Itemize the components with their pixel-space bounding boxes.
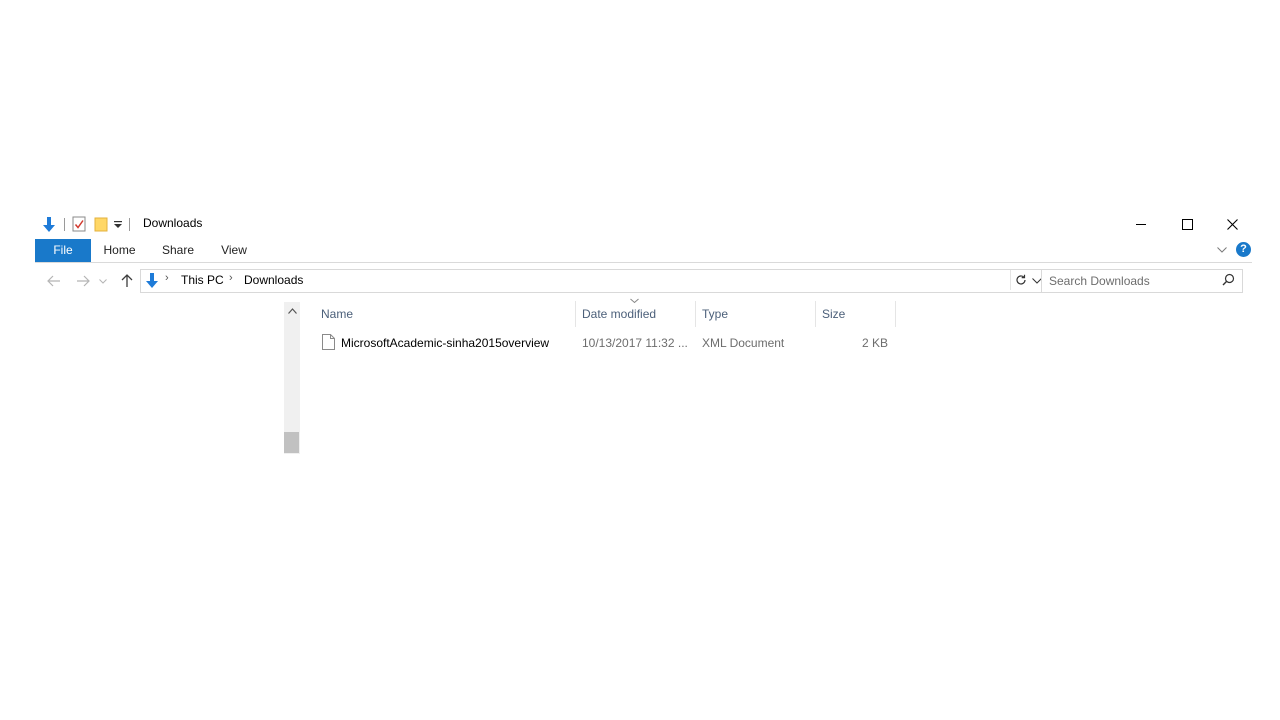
up-arrow-icon [121, 274, 133, 287]
column-header-size[interactable]: Size [816, 301, 896, 327]
navigation-bar: › This PC › Downloads Search Downloads [35, 269, 1252, 293]
toolbar-separator [64, 217, 65, 231]
title-bar: Downloads [35, 209, 1252, 239]
file-date-modified: 10/13/2017 11:32 ... [582, 336, 688, 350]
back-arrow-icon [47, 275, 60, 287]
customize-toolbar-icon[interactable] [113, 215, 123, 233]
search-icon[interactable] [1222, 273, 1235, 289]
file-name[interactable]: MicrosoftAcademic-sinha2015overview [341, 336, 549, 350]
properties-icon[interactable] [72, 215, 86, 233]
ribbon-tabs: File Home Share View ? [35, 239, 1252, 263]
toolbar-separator [129, 217, 130, 231]
minimize-icon [1135, 223, 1146, 225]
download-arrow-icon[interactable] [41, 215, 57, 233]
forward-arrow-icon [77, 275, 90, 287]
up-button[interactable] [116, 271, 138, 291]
sort-indicator-icon [630, 298, 639, 304]
close-button[interactable] [1209, 209, 1255, 239]
column-header-type[interactable]: Type [696, 301, 816, 327]
scroll-up-button[interactable] [284, 302, 300, 319]
column-header-date-modified[interactable]: Date modified [576, 298, 696, 327]
explorer-window: Downloads File Home Share View ? › This … [35, 209, 1252, 459]
column-label: Name [321, 307, 354, 321]
document-icon [322, 334, 335, 353]
recent-locations-button[interactable] [96, 271, 110, 291]
search-input[interactable]: Search Downloads [1049, 274, 1150, 288]
help-icon[interactable]: ? [1236, 242, 1251, 257]
file-type: XML Document [702, 336, 785, 350]
back-button[interactable] [43, 271, 65, 291]
maximize-button[interactable] [1164, 209, 1210, 239]
column-header-name[interactable]: Name [315, 301, 576, 327]
quick-access-toolbar [41, 215, 137, 233]
downloads-folder-icon [144, 272, 160, 292]
minimize-button[interactable] [1118, 209, 1164, 239]
column-label: Date modified [582, 307, 657, 321]
navigation-pane-scrollbar[interactable] [284, 302, 300, 454]
column-label: Type [702, 307, 729, 321]
refresh-icon [1016, 274, 1026, 285]
breadcrumb-separator-icon[interactable]: › [229, 272, 233, 284]
chevron-down-icon [99, 278, 107, 284]
close-icon [1226, 218, 1238, 230]
column-label: Size [822, 307, 846, 321]
breadcrumb-this-pc[interactable]: This PC [181, 273, 224, 287]
file-size: 2 KB [861, 336, 888, 350]
window-title: Downloads [143, 216, 203, 230]
maximize-icon [1181, 218, 1193, 230]
refresh-button[interactable] [1010, 270, 1031, 290]
tab-share[interactable]: Share [155, 239, 201, 262]
new-folder-icon[interactable] [94, 215, 108, 233]
tab-view[interactable]: View [213, 239, 255, 262]
chevron-up-icon [287, 307, 297, 314]
tab-home[interactable]: Home [97, 239, 142, 262]
tab-file[interactable]: File [35, 239, 91, 262]
chevron-down-icon [1217, 247, 1227, 253]
breadcrumb-separator-icon[interactable]: › [165, 272, 169, 284]
search-box[interactable]: Search Downloads [1041, 269, 1243, 293]
scroll-thumb[interactable] [284, 432, 299, 453]
file-list: Name Date modified Type Size MicrosoftAc… [315, 298, 896, 451]
file-row[interactable]: MicrosoftAcademic-sinha2015overview 10/1… [315, 331, 895, 353]
expand-ribbon-button[interactable] [1215, 243, 1229, 257]
forward-button[interactable] [72, 271, 94, 291]
address-bar[interactable]: › This PC › Downloads [140, 269, 1047, 293]
breadcrumb-downloads[interactable]: Downloads [244, 273, 303, 287]
